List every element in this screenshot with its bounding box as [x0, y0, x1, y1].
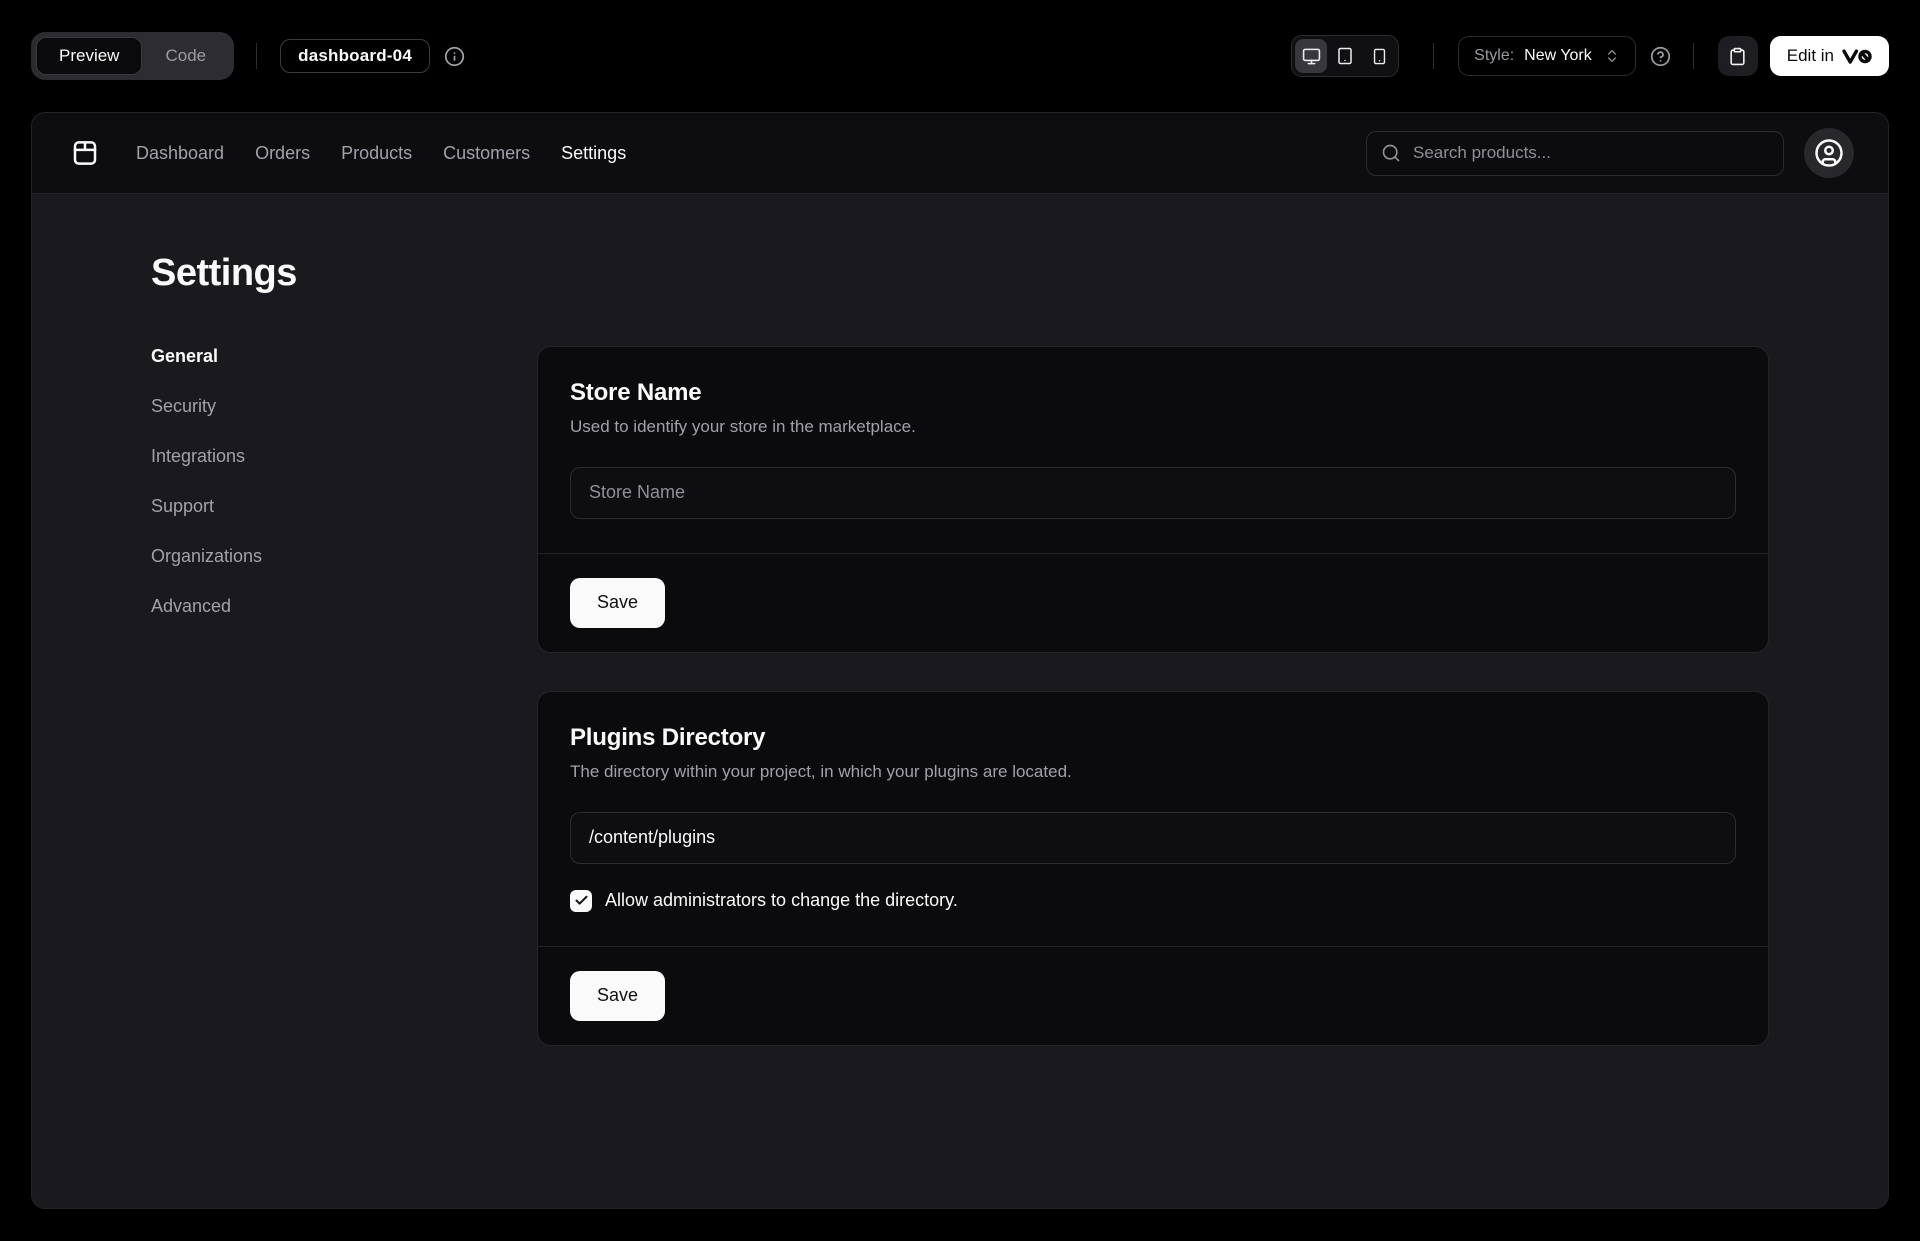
user-menu-button[interactable] — [1804, 128, 1854, 178]
sidebar-item-support[interactable]: Support — [151, 496, 451, 517]
circle-user-icon — [1814, 138, 1844, 168]
allow-admin-checkbox-label[interactable]: Allow administrators to change the direc… — [605, 890, 958, 911]
code-tab[interactable]: Code — [142, 37, 229, 75]
card-description: Used to identify your store in the marke… — [570, 417, 1736, 437]
card-title: Plugins Directory — [570, 724, 1736, 752]
card-footer: Save — [538, 946, 1768, 1045]
sidebar-item-organizations[interactable]: Organizations — [151, 546, 451, 567]
search-input[interactable] — [1366, 131, 1784, 176]
nav-item-customers[interactable]: Customers — [443, 143, 530, 164]
style-selector-value: New York — [1524, 47, 1592, 65]
toolbar-right: Style: New York Edit in — [1291, 35, 1889, 77]
settings-sidebar: General Security Integrations Support Or… — [151, 346, 451, 617]
allow-admin-checkbox-row: Allow administrators to change the direc… — [570, 890, 1736, 912]
preview-tab[interactable]: Preview — [36, 37, 142, 75]
sidebar-item-general[interactable]: General — [151, 346, 451, 367]
store-name-card: Store Name Used to identify your store i… — [537, 346, 1769, 653]
plugins-directory-card: Plugins Directory The directory within y… — [537, 691, 1769, 1046]
sidebar-item-integrations[interactable]: Integrations — [151, 446, 451, 467]
help-icon[interactable] — [1650, 46, 1671, 67]
search-container — [1366, 131, 1784, 176]
mobile-view-button[interactable] — [1363, 39, 1395, 73]
store-name-input[interactable] — [570, 467, 1736, 519]
nav-item-settings[interactable]: Settings — [561, 143, 626, 164]
card-footer: Save — [538, 553, 1768, 652]
nav-item-orders[interactable]: Orders — [255, 143, 310, 164]
plugins-directory-input[interactable] — [570, 812, 1736, 864]
card-description: The directory within your project, in wh… — [570, 762, 1736, 782]
store-package-icon[interactable] — [70, 138, 100, 168]
sidebar-item-advanced[interactable]: Advanced — [151, 596, 451, 617]
preview-frame: Dashboard Orders Products Customers Sett… — [31, 112, 1889, 1209]
check-icon — [574, 893, 589, 908]
page-title: Settings — [151, 252, 1769, 296]
search-icon — [1381, 143, 1401, 163]
divider — [256, 43, 257, 69]
project-badge: dashboard-04 — [280, 39, 430, 73]
monitor-icon — [1302, 47, 1321, 66]
edit-in-v0-label: Edit in — [1787, 46, 1834, 66]
settings-page: Settings General Security Integrations S… — [32, 194, 1888, 1046]
card-title: Store Name — [570, 379, 1736, 407]
nav-item-products[interactable]: Products — [341, 143, 412, 164]
info-icon[interactable] — [444, 46, 465, 67]
style-selector[interactable]: Style: New York — [1458, 36, 1636, 76]
toolbar-left: Preview Code dashboard-04 — [31, 32, 465, 80]
save-button[interactable]: Save — [570, 971, 665, 1021]
edit-in-v0-button[interactable]: Edit in — [1770, 36, 1889, 76]
chevrons-up-down-icon — [1604, 48, 1620, 64]
nav-item-dashboard[interactable]: Dashboard — [136, 143, 224, 164]
divider — [1433, 43, 1434, 69]
v0-logo-icon — [1842, 48, 1872, 65]
style-selector-label: Style: — [1474, 47, 1514, 65]
allow-admin-checkbox[interactable] — [570, 890, 592, 912]
divider — [1693, 43, 1694, 69]
device-size-toggle — [1291, 35, 1399, 77]
clipboard-icon — [1728, 47, 1747, 66]
top-toolbar: Preview Code dashboard-04 — [0, 0, 1920, 112]
smartphone-icon — [1371, 48, 1388, 65]
sidebar-item-security[interactable]: Security — [151, 396, 451, 417]
copy-clipboard-button[interactable] — [1718, 36, 1758, 76]
desktop-view-button[interactable] — [1295, 39, 1327, 73]
save-button[interactable]: Save — [570, 578, 665, 628]
preview-code-toggle: Preview Code — [31, 32, 234, 80]
main-nav: Dashboard Orders Products Customers Sett… — [136, 143, 626, 164]
tablet-icon — [1336, 47, 1354, 65]
tablet-view-button[interactable] — [1329, 39, 1361, 73]
app-header: Dashboard Orders Products Customers Sett… — [32, 113, 1888, 194]
